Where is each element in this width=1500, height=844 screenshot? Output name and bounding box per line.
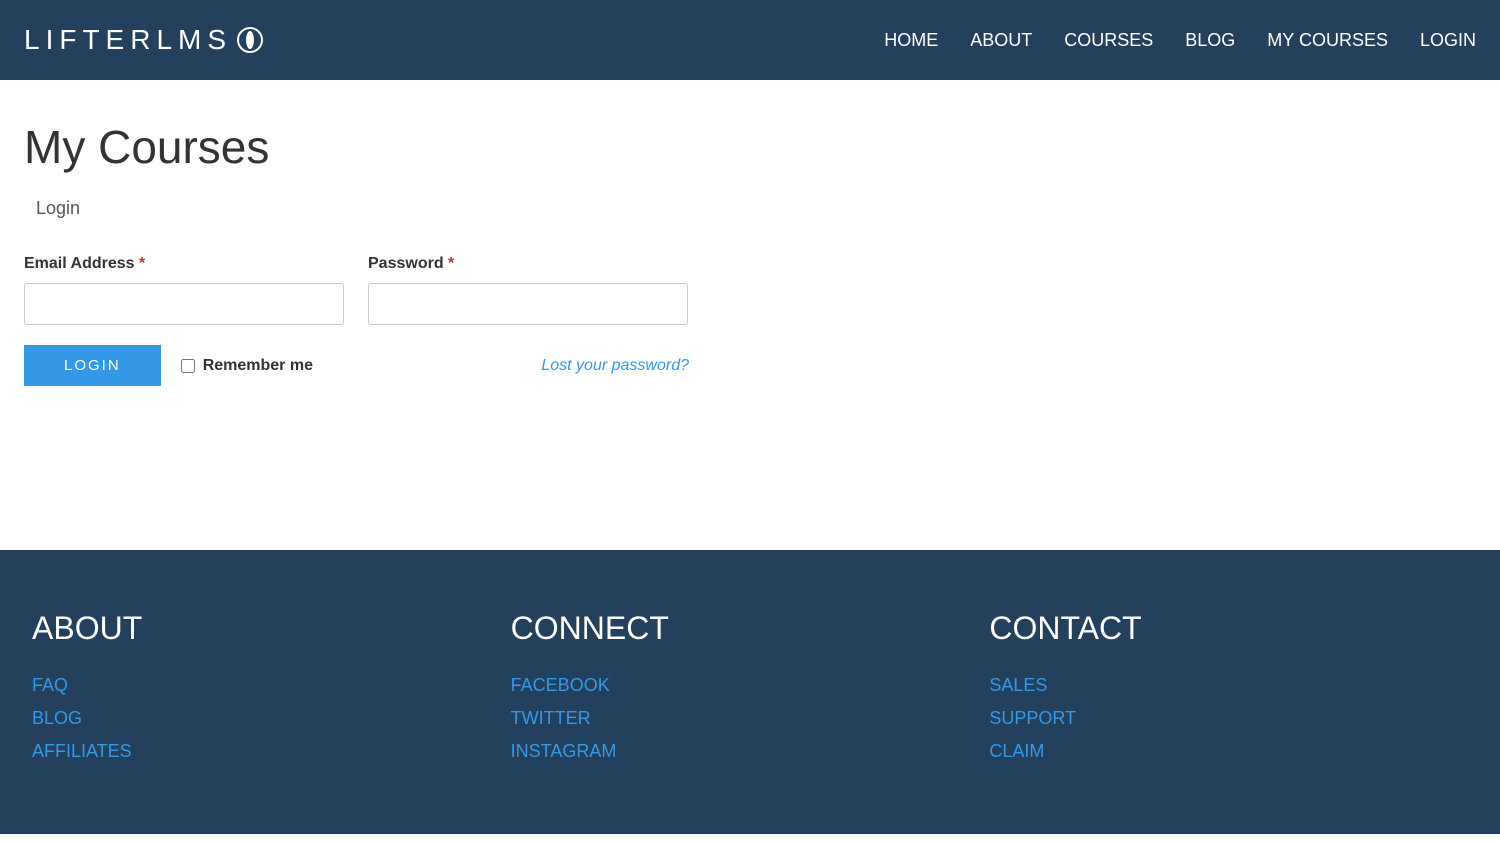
nav-about[interactable]: ABOUT [970,30,1032,51]
logo-text: LIFTERLMS [24,24,232,56]
email-field[interactable] [24,283,344,325]
remember-wrapper: Remember me [181,357,313,375]
required-mark: * [448,255,454,272]
email-label-text: Email Address [24,255,135,272]
lost-password-link[interactable]: Lost your password? [541,357,689,375]
login-section-title: Login [24,198,1476,219]
footer-link-claim[interactable]: CLAIM [989,741,1468,762]
nav-courses[interactable]: COURSES [1064,30,1153,51]
nav-my-courses[interactable]: MY COURSES [1267,30,1388,51]
email-group: Email Address * [24,255,344,325]
password-field[interactable] [368,283,688,325]
password-label: Password * [368,255,688,273]
footer-link-twitter[interactable]: TWITTER [511,708,990,729]
logo-icon [236,26,264,54]
nav-blog[interactable]: BLOG [1185,30,1235,51]
footer-link-sales[interactable]: SALES [989,675,1468,696]
footer-heading-connect: CONNECT [511,610,990,647]
header: LIFTERLMS HOME ABOUT COURSES BLOG MY COU… [0,0,1500,80]
footer-link-faq[interactable]: FAQ [32,675,511,696]
main-content: My Courses Login Email Address * Passwor… [0,80,1500,550]
login-button[interactable]: LOGIN [24,345,161,386]
footer-link-instagram[interactable]: INSTAGRAM [511,741,990,762]
footer-column-contact: CONTACT SALES SUPPORT CLAIM [989,610,1468,774]
remember-checkbox[interactable] [181,359,195,373]
email-label: Email Address * [24,255,344,273]
footer-link-facebook[interactable]: FACEBOOK [511,675,990,696]
footer-heading-about: ABOUT [32,610,511,647]
footer-link-support[interactable]: SUPPORT [989,708,1468,729]
password-label-text: Password [368,255,444,272]
nav-home[interactable]: HOME [884,30,938,51]
form-actions: LOGIN Remember me Lost your password? [24,345,689,386]
remember-label: Remember me [203,357,313,375]
nav-login[interactable]: LOGIN [1420,30,1476,51]
footer-heading-contact: CONTACT [989,610,1468,647]
required-mark: * [139,255,145,272]
password-group: Password * [368,255,688,325]
form-row: Email Address * Password * [24,255,1476,325]
main-nav: HOME ABOUT COURSES BLOG MY COURSES LOGIN [884,30,1476,51]
footer-link-blog[interactable]: BLOG [32,708,511,729]
footer-column-about: ABOUT FAQ BLOG AFFILIATES [32,610,511,774]
page-title: My Courses [24,120,1476,174]
logo[interactable]: LIFTERLMS [24,24,264,56]
footer-column-connect: CONNECT FACEBOOK TWITTER INSTAGRAM [511,610,990,774]
footer-link-affiliates[interactable]: AFFILIATES [32,741,511,762]
footer: ABOUT FAQ BLOG AFFILIATES CONNECT FACEBO… [0,550,1500,834]
